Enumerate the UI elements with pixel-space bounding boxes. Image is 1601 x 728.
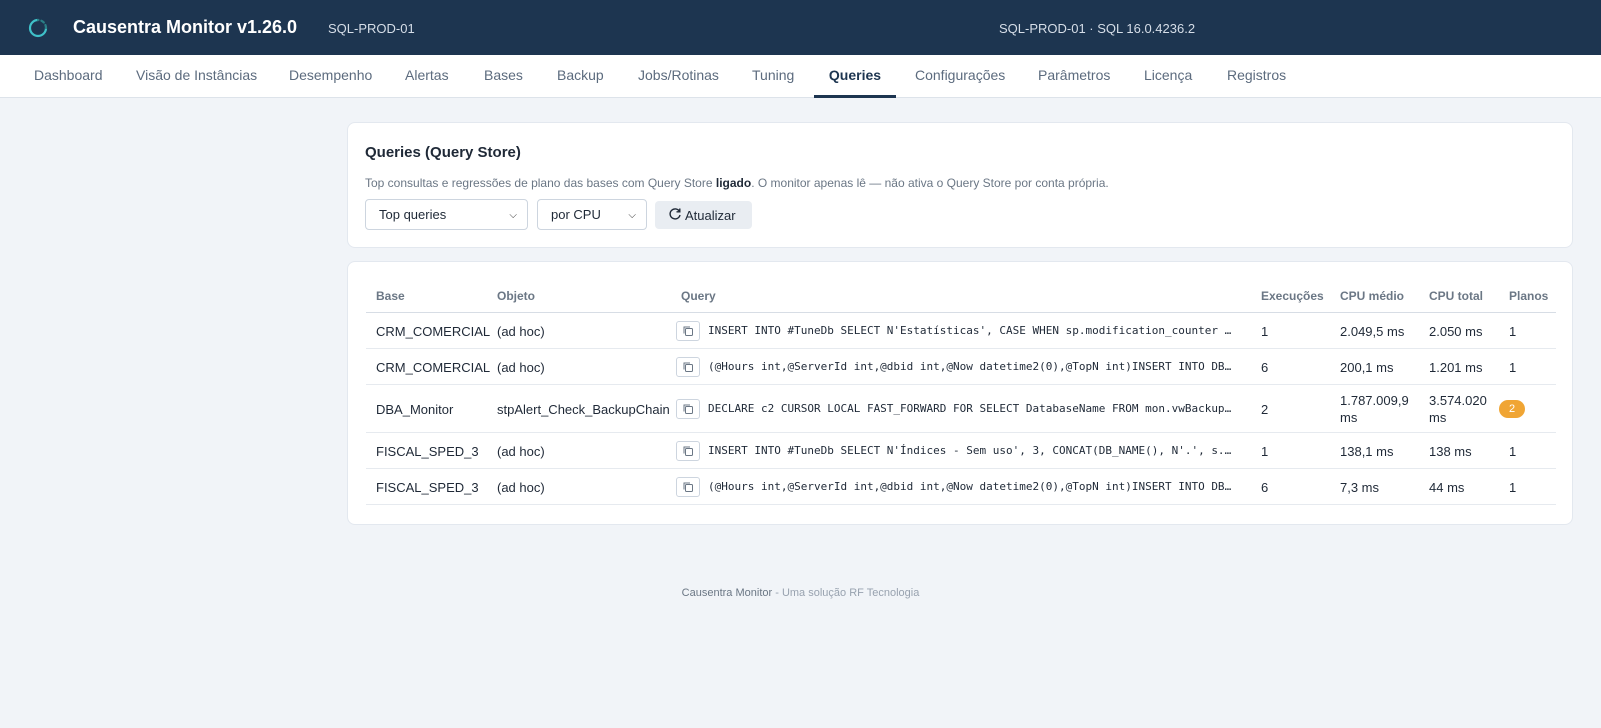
cell-cpu-medio: 138,1 ms — [1340, 444, 1394, 459]
table-row[interactable]: FISCAL_SPED_3 (ad hoc) INSERT INTO #Tune… — [366, 433, 1556, 469]
chevron-down-icon: ⌵ — [509, 210, 517, 221]
copy-query-button[interactable] — [676, 477, 700, 497]
order-select-value: por CPU — [551, 207, 601, 222]
table-row[interactable]: FISCAL_SPED_3 (ad hoc) (@Hours int,@Serv… — [366, 469, 1556, 505]
app-title: Causentra Monitor v1.26.0 — [73, 17, 298, 37]
tab-bases[interactable]: Bases — [484, 55, 523, 98]
copy-query-button[interactable] — [676, 357, 700, 377]
col-header-base[interactable]: Base — [376, 289, 405, 303]
panel-description-text: Top consultas e regressões de plano das … — [365, 176, 716, 190]
main-nav: Dashboard Visão de Instâncias Desempenho… — [0, 55, 1601, 98]
cell-planos: 1 — [1509, 324, 1517, 339]
tab-queries[interactable]: Queries — [814, 55, 896, 98]
footer-tagline: - Uma solução RF Tecnologia — [772, 587, 920, 599]
cell-cpu-total: 138 ms — [1429, 444, 1472, 459]
copy-query-button[interactable] — [676, 321, 700, 341]
query-store-panel: Queries (Query Store) Top consultas e re… — [347, 122, 1573, 248]
cell-query: DECLARE c2 CURSOR LOCAL FAST_FORWARD FOR… — [708, 402, 1233, 415]
cell-planos: 1 — [1509, 360, 1517, 375]
cell-base: FISCAL_SPED_3 — [376, 480, 479, 495]
copy-query-button[interactable] — [676, 441, 700, 461]
col-header-planos[interactable]: Planos — [1509, 289, 1548, 303]
copy-icon — [683, 326, 693, 336]
cell-cpu-medio: 7,3 ms — [1340, 480, 1380, 495]
cell-cpu-total: 44 ms — [1429, 480, 1465, 495]
cell-base: CRM_COMERCIAL — [376, 324, 491, 339]
plans-count-badge: 2 — [1499, 400, 1525, 418]
panel-description-tail: . O monitor apenas lê — não ativa o Quer… — [751, 176, 1109, 190]
refresh-icon — [669, 208, 681, 220]
col-header-objeto[interactable]: Objeto — [497, 289, 535, 303]
server-label: SQL-PROD-01 — [328, 21, 415, 36]
chevron-down-icon: ⌵ — [628, 210, 636, 221]
cell-planos: 1 — [1509, 480, 1517, 495]
cell-objeto: (ad hoc) — [497, 324, 545, 339]
refresh-button-label: Atualizar — [685, 208, 736, 223]
col-header-execucoes[interactable]: Execuções — [1261, 289, 1324, 303]
panel-description-bold: ligado — [715, 176, 752, 190]
server-info: SQL-PROD-01 · SQL 16.0.4236.2 — [999, 21, 1196, 36]
cell-query: (@Hours int,@ServerId int,@dbid int,@Now… — [708, 360, 1233, 373]
cell-execucoes: 1 — [1261, 324, 1269, 339]
cell-base: FISCAL_SPED_3 — [376, 444, 479, 459]
col-header-cpu-total[interactable]: CPU total — [1429, 289, 1483, 303]
cell-base: CRM_COMERCIAL — [376, 360, 491, 375]
cell-objeto: (ad hoc) — [497, 360, 545, 375]
order-select[interactable]: por CPU ⌵ — [537, 199, 647, 230]
tab-dashboard[interactable]: Dashboard — [34, 55, 103, 98]
cell-query: (@Hours int,@ServerId int,@dbid int,@Now… — [708, 480, 1233, 493]
cell-query: INSERT INTO #TuneDb SELECT N'Estatística… — [708, 324, 1233, 337]
table-row[interactable]: CRM_COMERCIAL (ad hoc) INSERT INTO #Tune… — [366, 313, 1556, 349]
top-bar: Causentra Monitor v1.26.0 SQL-PROD-01 SQ… — [0, 0, 1601, 55]
copy-icon — [683, 446, 693, 456]
tab-configuracoes[interactable]: Configurações — [915, 55, 1005, 98]
table-row[interactable]: DBA_Monitor stpAlert_Check_BackupChain D… — [366, 385, 1556, 433]
cell-cpu-total: 3.574.020 ms — [1429, 393, 1487, 425]
tab-visao-de-instancias[interactable]: Visão de Instâncias — [136, 55, 257, 98]
tab-backup[interactable]: Backup — [557, 55, 604, 98]
tab-desempenho[interactable]: Desempenho — [289, 55, 372, 98]
tab-jobs-rotinas[interactable]: Jobs/Rotinas — [638, 55, 719, 98]
mode-select[interactable]: Top queries ⌵ — [365, 199, 528, 230]
cell-cpu-medio: 1.787.009,9 ms — [1340, 393, 1409, 425]
panel-description: Top consultas e regressões de plano das … — [365, 176, 1109, 190]
cell-cpu-medio: 200,1 ms — [1340, 360, 1394, 375]
cell-objeto: stpAlert_Check_BackupChain — [497, 402, 670, 417]
cell-objeto: (ad hoc) — [497, 480, 545, 495]
footer: Causentra Monitor - Uma solução RF Tecno… — [0, 587, 1601, 599]
cell-execucoes: 1 — [1261, 444, 1269, 459]
copy-query-button[interactable] — [676, 399, 700, 419]
cell-base: DBA_Monitor — [376, 402, 454, 417]
tab-alertas[interactable]: Alertas — [405, 55, 449, 98]
copy-icon — [683, 404, 693, 414]
cell-cpu-total: 1.201 ms — [1429, 360, 1483, 375]
col-header-query[interactable]: Query — [681, 289, 716, 303]
cell-cpu-medio: 2.049,5 ms — [1340, 324, 1405, 339]
footer-brand: Causentra Monitor — [681, 587, 773, 599]
cell-execucoes: 6 — [1261, 480, 1269, 495]
cell-execucoes: 6 — [1261, 360, 1269, 375]
queries-table-card: Base Objeto Query Execuções CPU médio CP… — [347, 261, 1573, 525]
refresh-button[interactable]: Atualizar — [655, 201, 752, 229]
cell-objeto: (ad hoc) — [497, 444, 545, 459]
copy-icon — [683, 362, 693, 372]
table-row[interactable]: CRM_COMERCIAL (ad hoc) (@Hours int,@Serv… — [366, 349, 1556, 385]
panel-title: Queries (Query Store) — [365, 144, 521, 161]
col-header-cpu-medio[interactable]: CPU médio — [1340, 289, 1404, 303]
mode-select-value: Top queries — [379, 207, 447, 222]
cell-cpu-total: 2.050 ms — [1429, 324, 1483, 339]
cell-planos: 1 — [1509, 444, 1517, 459]
tab-registros[interactable]: Registros — [1227, 55, 1286, 98]
tab-licenca[interactable]: Licença — [1144, 55, 1192, 98]
copy-icon — [683, 482, 693, 492]
tab-parametros[interactable]: Parâmetros — [1038, 55, 1110, 98]
spinner-logo-icon — [28, 18, 48, 38]
cell-query: INSERT INTO #TuneDb SELECT N'Índices - S… — [708, 444, 1233, 457]
cell-execucoes: 2 — [1261, 402, 1269, 417]
tab-tuning[interactable]: Tuning — [752, 55, 794, 98]
